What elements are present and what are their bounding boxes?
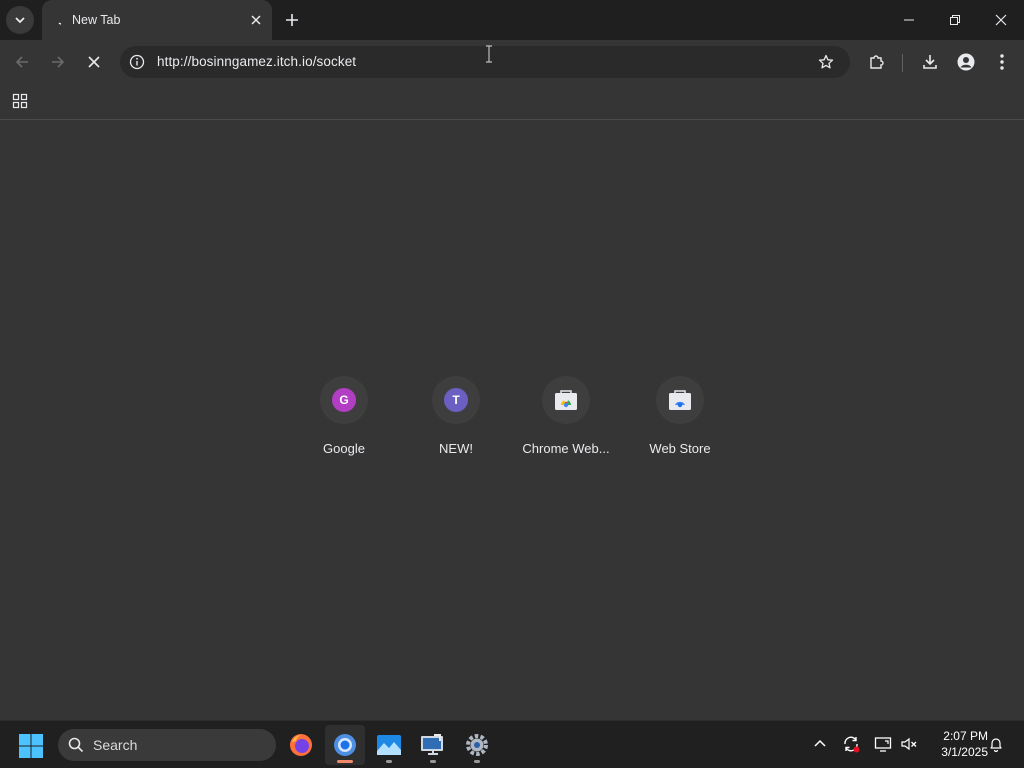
arrow-left-icon: [15, 56, 28, 68]
taskbar: Search 2:07 PM 3/1/2025: [0, 720, 1024, 768]
clock-date: 3/1/2025: [941, 745, 988, 759]
close-icon: [88, 56, 100, 68]
shortcut-chrome-web[interactable]: Chrome Web...: [516, 376, 616, 466]
minimize-button[interactable]: [886, 0, 932, 40]
windows-start-icon[interactable]: [18, 733, 44, 759]
chrome-icon: [334, 734, 356, 756]
running-indicator: [386, 760, 392, 763]
title-bar: New Tab: [0, 0, 1024, 40]
bookmarks-bar: [0, 84, 1024, 120]
sync-icon: [844, 736, 860, 753]
more-vert-icon: [1000, 54, 1004, 70]
display-tray-button[interactable]: [872, 733, 894, 755]
menu-button[interactable]: [986, 46, 1018, 78]
bell-icon: [990, 738, 1002, 752]
chevron-up-icon: [814, 739, 826, 747]
toolbar-divider: [902, 54, 903, 72]
new-tab-button[interactable]: [280, 8, 304, 32]
apps-button[interactable]: [10, 91, 30, 111]
shortcut-label: Chrome Web...: [522, 441, 610, 456]
shortcut-new[interactable]: T NEW!: [406, 376, 506, 466]
shortcut-google[interactable]: G Google: [294, 376, 394, 466]
display-icon: [874, 737, 892, 752]
browser-toolbar: http://bosinngamez.itch.io/socket: [0, 40, 1024, 84]
puzzle-icon: [870, 55, 884, 69]
bookmark-star-button[interactable]: [816, 52, 836, 72]
back-button[interactable]: [6, 46, 38, 78]
chevron-down-icon: [15, 17, 25, 24]
taskbar-settings[interactable]: [457, 725, 497, 765]
forward-button[interactable]: [42, 46, 74, 78]
profile-button[interactable]: [950, 46, 982, 78]
search-icon: [68, 737, 84, 753]
remote-desktop-icon: [421, 734, 443, 755]
settings-icon: [466, 734, 488, 756]
arrow-right-icon: [52, 56, 65, 68]
restore-button[interactable]: [932, 0, 978, 40]
site-info-button[interactable]: [128, 53, 146, 71]
volume-tray-button[interactable]: [898, 733, 920, 755]
person-icon: [957, 53, 975, 71]
new-tab-page: G Google T NEW! Chrome Web... Web Store: [0, 121, 1024, 721]
shortcut-web-store[interactable]: Web Store: [630, 376, 730, 466]
tab-new-tab[interactable]: New Tab: [42, 0, 272, 40]
minimize-icon: [904, 19, 914, 21]
shortcut-icon-circle: G: [320, 376, 368, 424]
url-text[interactable]: http://bosinngamez.itch.io/socket: [157, 54, 356, 69]
notifications-button[interactable]: [985, 733, 1007, 755]
text-cursor-icon: [486, 45, 492, 63]
close-icon: [995, 14, 1007, 26]
downloads-button[interactable]: [914, 46, 946, 78]
shortcut-label: Google: [323, 441, 365, 456]
restore-icon: [950, 15, 960, 25]
sync-tray-button[interactable]: [840, 733, 862, 755]
system-clock[interactable]: 2:07 PM 3/1/2025: [924, 728, 988, 760]
shortcut-icon-circle: [542, 376, 590, 424]
close-window-button[interactable]: [978, 0, 1024, 40]
plus-icon: [286, 14, 298, 26]
shortcut-label: Web Store: [649, 441, 711, 456]
shortcut-icon-circle: [656, 376, 704, 424]
tab-search-button[interactable]: [6, 6, 34, 34]
tab-close-button[interactable]: [248, 12, 264, 28]
running-indicator: [430, 760, 436, 763]
extensions-button[interactable]: [861, 46, 893, 78]
photos-icon: [377, 735, 401, 755]
taskbar-chrome[interactable]: [325, 725, 365, 765]
running-indicator: [474, 760, 480, 763]
web-store-icon: [555, 390, 577, 410]
taskbar-remote-desktop[interactable]: [413, 725, 453, 765]
taskbar-firefox[interactable]: [281, 725, 321, 765]
clock-time: 2:07 PM: [943, 729, 988, 743]
shortcut-label: NEW!: [439, 441, 473, 456]
taskbar-search[interactable]: Search: [58, 729, 276, 761]
volume-muted-icon: [901, 737, 917, 751]
letter-avatar-icon: T: [444, 388, 468, 412]
tab-title: New Tab: [72, 13, 121, 27]
star-icon: [818, 54, 834, 69]
letter-avatar-icon: G: [332, 388, 356, 412]
download-icon: [923, 55, 937, 69]
firefox-icon: [290, 734, 312, 756]
apps-grid-icon: [12, 93, 28, 109]
web-store-icon: [669, 390, 691, 410]
running-indicator: [337, 760, 353, 763]
stop-loading-button[interactable]: [78, 46, 110, 78]
shortcut-icon-circle: T: [432, 376, 480, 424]
close-icon: [251, 15, 261, 25]
info-icon: [129, 54, 145, 70]
loading-spinner-icon: [58, 22, 62, 25]
taskbar-photos[interactable]: [369, 725, 409, 765]
show-hidden-icons-button[interactable]: [809, 733, 831, 755]
search-label: Search: [93, 737, 138, 753]
